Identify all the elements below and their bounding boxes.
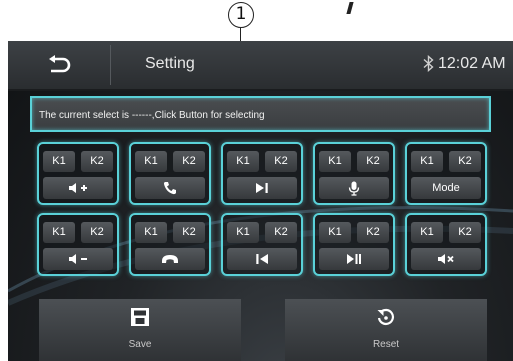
k2-button[interactable]: K2 <box>449 222 481 243</box>
clock: 12:02 AM <box>438 55 506 72</box>
key-phone-answer: K1 K2 <box>129 142 211 205</box>
head-unit-screen: Setting 12:02 AM The current select is -… <box>8 41 513 361</box>
k1-button[interactable]: K1 <box>411 151 443 172</box>
k2-button[interactable]: K2 <box>81 222 113 243</box>
status-text: The current select is ------,Click Butto… <box>39 110 265 121</box>
k2-button[interactable]: K2 <box>449 151 481 172</box>
header-separator <box>8 89 513 91</box>
reset-icon <box>377 308 394 325</box>
volume-down-icon <box>69 254 87 264</box>
play-pause-icon <box>347 254 361 264</box>
previous-track-button[interactable] <box>227 248 297 270</box>
status-box: The current select is ------,Click Butto… <box>30 96 491 132</box>
k2-button[interactable]: K2 <box>265 151 297 172</box>
previous-track-icon <box>256 254 268 264</box>
k1-button[interactable]: K1 <box>43 151 75 172</box>
phone-answer-button[interactable] <box>135 177 205 199</box>
k2-button[interactable]: K2 <box>81 151 113 172</box>
k2-button[interactable]: K2 <box>173 151 205 172</box>
microphone-icon <box>348 181 360 196</box>
mute-button[interactable] <box>411 248 481 270</box>
key-volume-down: K1 K2 <box>37 213 119 276</box>
mode-button[interactable]: Mode <box>411 177 481 199</box>
key-next-track: K1 K2 <box>221 142 303 205</box>
k1-button[interactable]: K1 <box>319 151 351 172</box>
next-track-button[interactable] <box>227 177 297 199</box>
back-button[interactable] <box>8 41 110 89</box>
play-pause-button[interactable] <box>319 248 389 270</box>
phone-hangup-icon <box>162 255 178 263</box>
key-play-pause: K1 K2 <box>313 213 395 276</box>
k2-button[interactable]: K2 <box>265 222 297 243</box>
k2-button[interactable]: K2 <box>357 151 389 172</box>
k1-button[interactable]: K1 <box>43 222 75 243</box>
key-phone-hangup: K1 K2 <box>129 213 211 276</box>
pointer-mark <box>346 2 354 14</box>
header-divider <box>110 45 111 85</box>
mute-icon <box>438 254 454 264</box>
callout-marker: 1 <box>228 2 254 28</box>
k1-button[interactable]: K1 <box>227 151 259 172</box>
k1-button[interactable]: K1 <box>319 222 351 243</box>
save-icon <box>131 308 149 326</box>
bluetooth-icon <box>423 55 434 72</box>
volume-down-button[interactable] <box>43 248 113 270</box>
k1-button[interactable]: K1 <box>135 151 167 172</box>
key-microphone: K1 K2 <box>313 142 395 205</box>
k2-button[interactable]: K2 <box>357 222 389 243</box>
k2-button[interactable]: K2 <box>173 222 205 243</box>
k1-button[interactable]: K1 <box>135 222 167 243</box>
reset-button[interactable]: Reset <box>285 299 487 361</box>
k1-button[interactable]: K1 <box>411 222 443 243</box>
next-track-icon <box>256 183 268 193</box>
page-title: Setting <box>145 55 195 72</box>
key-volume-up: K1 K2 <box>37 142 119 205</box>
key-mute: K1 K2 <box>405 213 487 276</box>
save-button[interactable]: Save <box>39 299 241 361</box>
reset-label: Reset <box>372 339 400 350</box>
phone-answer-icon <box>163 182 176 195</box>
volume-up-icon <box>69 183 87 193</box>
phone-hangup-button[interactable] <box>135 248 205 270</box>
back-arrow-icon <box>49 55 71 73</box>
k1-button[interactable]: K1 <box>227 222 259 243</box>
microphone-button[interactable] <box>319 177 389 199</box>
save-label: Save <box>128 339 152 350</box>
volume-up-button[interactable] <box>43 177 113 199</box>
key-previous-track: K1 K2 <box>221 213 303 276</box>
key-mode: K1 K2 Mode <box>405 142 487 205</box>
header-bar: Setting 12:02 AM <box>8 41 513 89</box>
